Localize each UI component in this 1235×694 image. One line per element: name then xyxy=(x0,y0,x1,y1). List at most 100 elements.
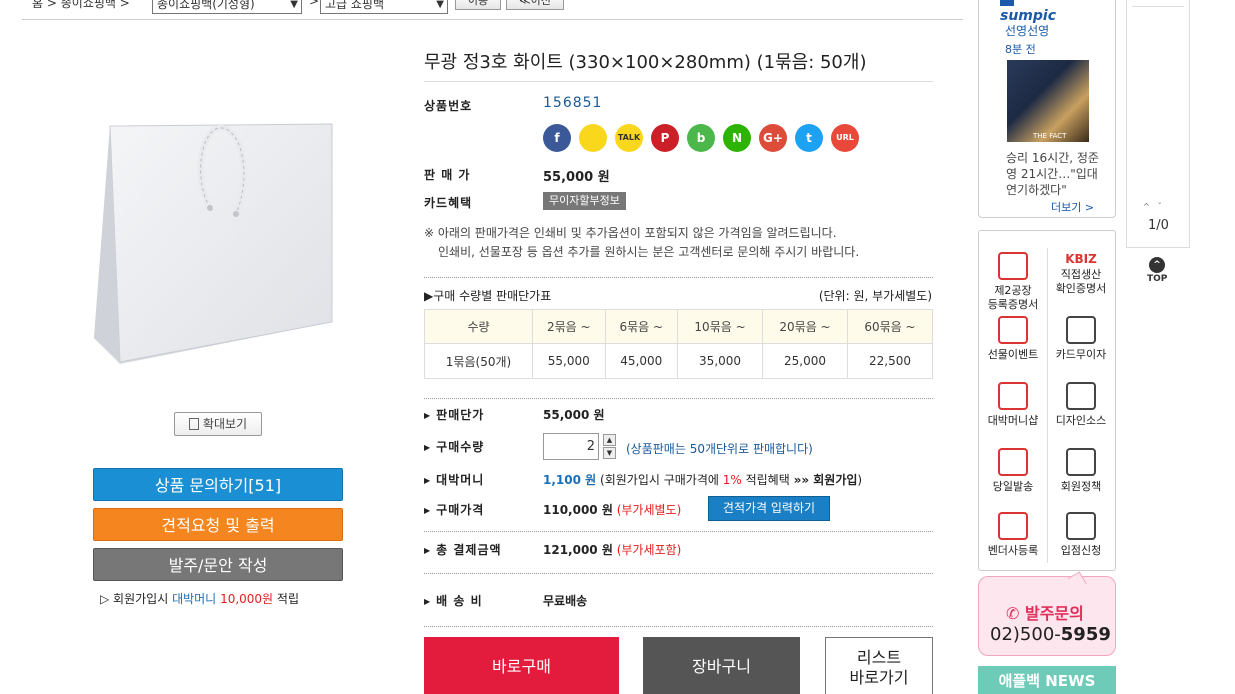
qty-up-icon[interactable]: ▲ xyxy=(603,434,616,446)
pinterest-icon[interactable]: P xyxy=(651,124,679,152)
card-icon xyxy=(1066,316,1096,344)
table-cell: 1묶음(50개) xyxy=(424,343,533,379)
table-header-cell: 60묶음 ~ xyxy=(847,309,933,344)
quick-menu-item[interactable]: 디자인소스 xyxy=(1048,382,1114,428)
category-select-1[interactable]: 종이쇼핑백(기성형) ▼ xyxy=(152,0,302,14)
quick-menu-label: 회원정책 xyxy=(1060,480,1102,493)
divider xyxy=(424,626,933,627)
kakaostory-icon[interactable] xyxy=(579,124,607,152)
handshake-icon xyxy=(998,512,1028,540)
breadcrumb-home[interactable]: 홈 > 종이쇼핑백 > xyxy=(32,0,130,11)
buy-price-label: ▶ 구매가격 xyxy=(424,503,485,517)
table-header-cell: 수량 xyxy=(424,309,533,344)
table-cell: 22,500 xyxy=(847,343,933,379)
table-cell: 55,000 xyxy=(532,343,606,379)
divider xyxy=(424,277,933,278)
quick-menu-item[interactable]: 당일발송 xyxy=(980,448,1046,494)
quick-menu-item[interactable]: 선물이벤트 xyxy=(980,316,1046,362)
facebook-icon[interactable]: f xyxy=(543,124,571,152)
pager-count: 1/0 xyxy=(1148,218,1169,233)
member-signup-link[interactable]: »» 회원가입 xyxy=(794,473,858,487)
breadcrumb: 홈 > 종이쇼핑백 > 종이쇼핑백(기성형) ▼ > 고급 쇼핑백 ▼ 이동 ≪이전 xyxy=(22,0,963,20)
quick-menu-label: 카드무이자 xyxy=(1055,348,1107,361)
divider xyxy=(424,398,933,399)
quick-menu-label: 선물이벤트 xyxy=(987,348,1039,361)
estimate-price-button[interactable]: 견적가격 입력하기 xyxy=(708,496,830,521)
table-header-cell: 10묶음 ~ xyxy=(677,309,764,344)
quick-menu-label: 확인증명서 xyxy=(1055,282,1107,295)
product-inquiry-button[interactable]: 상품 문의하기[51] xyxy=(93,468,343,501)
quick-menu-item[interactable]: 벤더사등록 xyxy=(980,512,1046,558)
qty-down-icon[interactable]: ▼ xyxy=(603,447,616,459)
table-header-row: 수량 2묶음 ~ 6묶음 ~ 10묶음 ~ 20묶음 ~ 60묶음 ~ xyxy=(424,309,933,344)
divider xyxy=(424,573,933,574)
unit-price-value: 55,000 원 xyxy=(543,408,605,422)
bullet-arrow-icon: ▶ xyxy=(424,506,432,515)
quick-menu-label: 직접생산 xyxy=(1060,268,1102,281)
price-value: 55,000 원 xyxy=(543,170,610,185)
quick-menu-item[interactable]: 제2공장 등록증명서 xyxy=(980,252,1046,312)
qty-label: ▶ 구매수량 xyxy=(424,440,485,454)
news-photo[interactable]: THE FACT xyxy=(1007,60,1089,142)
googleplus-icon[interactable]: G+ xyxy=(759,124,787,152)
news-headline[interactable]: 승리 16시간, 정준영 21시간…"입대 연기하겠다" xyxy=(1006,150,1101,198)
card-benefit-label: 카드혜택 xyxy=(424,196,473,210)
news-source[interactable]: 선영선영 xyxy=(1005,22,1049,39)
quick-menu-item[interactable]: 회원정책 xyxy=(1048,448,1114,494)
bullet-arrow-icon: ▶ xyxy=(424,411,432,420)
magnify-icon xyxy=(188,418,199,430)
total-label: ▶ 총 결제금액 xyxy=(424,543,502,557)
quick-menu-label: 디자인소스 xyxy=(1055,414,1107,427)
pager-arrows[interactable]: ^ˇ xyxy=(1143,202,1170,211)
quick-menu-item[interactable]: 입점신청 xyxy=(1048,512,1114,558)
price-notice: ※ 아래의 판매가격은 인쇄비 및 추가옵션이 포함되지 않은 가격임을 알려드… xyxy=(424,226,860,259)
table-row: 1묶음(50개) 55,000 45,000 35,000 25,000 22,… xyxy=(424,343,933,379)
buy-price-row: 110,000 원 (부가세별도) xyxy=(543,503,682,517)
quick-menu-item[interactable]: 대박머니샵 xyxy=(980,382,1046,428)
order-phone-label: ✆ 발주문의 xyxy=(1006,604,1084,623)
bullet-arrow-icon: ▶ xyxy=(424,476,432,485)
applebag-news-banner[interactable]: 애플백 NEWS xyxy=(978,666,1116,694)
quick-menu-label: 입점신청 xyxy=(1060,544,1102,557)
naver-icon[interactable]: N xyxy=(723,124,751,152)
qty-price-table-unit: (단위: 원, 부가세별도) xyxy=(818,289,932,303)
url-icon[interactable]: URL xyxy=(831,124,859,152)
prev-button[interactable]: ≪이전 xyxy=(506,0,564,10)
quick-menu-item[interactable]: 카드무이자 xyxy=(1048,316,1114,362)
bullet-arrow-icon: ▶ xyxy=(424,597,432,606)
list-back-button[interactable]: 리스트 바로가기 xyxy=(825,637,933,694)
breadcrumb-separator: > xyxy=(309,0,320,8)
installment-info-badge[interactable]: 무이자할부정보 xyxy=(543,192,626,210)
kbiz-logo: KBIZ xyxy=(1065,252,1097,266)
shipping-label: ▶ 배 송 비 xyxy=(424,594,483,608)
product-no-value: 156851 xyxy=(543,95,603,111)
table-header-cell: 20묶음 ~ xyxy=(762,309,848,344)
unit-price-label: ▶ 판매단가 xyxy=(424,408,485,422)
zoom-button[interactable]: 확대보기 xyxy=(174,412,262,436)
band-icon[interactable]: b xyxy=(687,124,715,152)
member-icon xyxy=(1066,448,1096,476)
move-button[interactable]: 이동 xyxy=(455,0,501,10)
quick-menu-label: 벤더사등록 xyxy=(987,544,1039,557)
product-image[interactable] xyxy=(92,116,344,370)
news-more-link[interactable]: 더보기 > xyxy=(1051,199,1094,215)
cart-button[interactable]: 장바구니 xyxy=(643,637,800,694)
twitter-icon[interactable]: t xyxy=(795,124,823,152)
order-write-button[interactable]: 발주/문안 작성 xyxy=(93,548,343,581)
shipping-value: 무료배송 xyxy=(543,594,588,608)
bonus-money-row: 1,100 원 (회원가입시 구매가격에 1% 적립혜택 »» 회원가입) xyxy=(543,473,863,487)
bonus-money-label: ▶ 대박머니 xyxy=(424,473,485,487)
table-cell: 25,000 xyxy=(762,343,848,379)
phone-icon: ✆ xyxy=(1006,604,1020,623)
quote-request-button[interactable]: 견적요청 및 출력 xyxy=(93,508,343,541)
scroll-top-button[interactable]: ^ TOP xyxy=(1147,257,1167,284)
table-cell: 45,000 xyxy=(604,343,679,379)
category-select-2[interactable]: 고급 쇼핑백 ▼ xyxy=(320,0,448,14)
kakaotalk-icon[interactable]: TALK xyxy=(615,124,643,152)
factory-icon xyxy=(998,252,1028,280)
buy-now-button[interactable]: 바로구매 xyxy=(424,637,619,694)
product-no-label: 상품번호 xyxy=(424,99,473,113)
quick-menu-item[interactable]: KBIZ 직접생산 확인증명서 xyxy=(1048,252,1114,296)
quantity-input[interactable]: 2 xyxy=(543,433,599,460)
news-logo-mark xyxy=(1000,0,1014,6)
